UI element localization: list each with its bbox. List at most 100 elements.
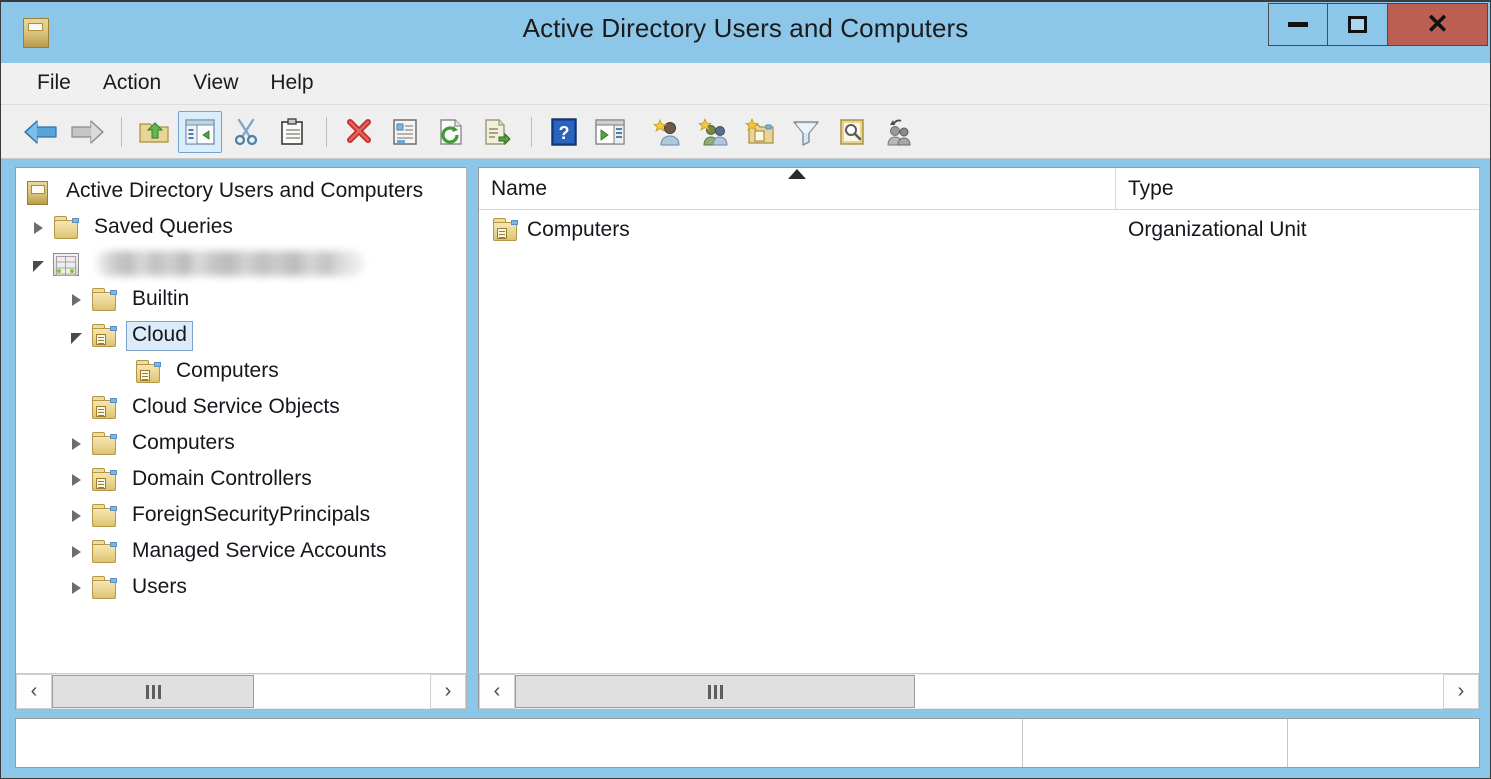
scroll-track[interactable] bbox=[52, 674, 430, 709]
expander-collapsed-icon[interactable] bbox=[62, 498, 90, 534]
tree-item-cloud-service-objects[interactable]: Cloud Service Objects bbox=[16, 390, 466, 426]
tree-item-domain[interactable] bbox=[16, 246, 466, 282]
new-group-button[interactable] bbox=[692, 111, 736, 153]
new-user-icon bbox=[653, 118, 683, 146]
saved-query-icon bbox=[883, 118, 913, 146]
scroll-thumb[interactable] bbox=[515, 675, 915, 708]
tree-item-cloud-computers[interactable]: Computers bbox=[16, 354, 466, 390]
copy-icon bbox=[279, 118, 305, 146]
maximize-button[interactable] bbox=[1328, 3, 1388, 46]
expander-collapsed-icon[interactable] bbox=[62, 426, 90, 462]
tree-item-managed-service-accounts[interactable]: Managed Service Accounts bbox=[16, 534, 466, 570]
minimize-button[interactable] bbox=[1268, 3, 1328, 46]
tree-item-label: Users bbox=[126, 573, 193, 603]
refresh-button[interactable] bbox=[429, 111, 473, 153]
list-column-headers: Name Type bbox=[479, 168, 1479, 210]
expander-collapsed-icon[interactable] bbox=[24, 210, 52, 246]
help-button[interactable]: ? bbox=[542, 111, 586, 153]
status-bar-right bbox=[1288, 719, 1479, 767]
expander-collapsed-icon[interactable] bbox=[62, 534, 90, 570]
close-button[interactable]: ✕ bbox=[1388, 3, 1488, 46]
tree-item-computers[interactable]: Computers bbox=[16, 426, 466, 462]
tree-item-root[interactable]: Active Directory Users and Computers bbox=[16, 174, 466, 210]
filter-button[interactable] bbox=[784, 111, 828, 153]
new-group-icon bbox=[698, 118, 730, 146]
new-organizational-unit-button[interactable] bbox=[738, 111, 782, 153]
toolbar-separator bbox=[326, 117, 327, 147]
up-one-level-button[interactable] bbox=[132, 111, 176, 153]
menu-item-action[interactable]: Action bbox=[87, 68, 177, 100]
column-header-label: Name bbox=[491, 177, 547, 201]
new-organizational-unit-icon bbox=[745, 118, 775, 146]
title-bar: Active Directory Users and Computers ✕ bbox=[1, 2, 1490, 63]
back-button[interactable] bbox=[19, 111, 63, 153]
toolbar: ? bbox=[1, 105, 1490, 159]
column-header-label: Type bbox=[1128, 177, 1174, 201]
menu-bar: File Action View Help bbox=[1, 63, 1490, 105]
folder-icon bbox=[90, 431, 120, 457]
scroll-right-button[interactable]: › bbox=[1443, 674, 1479, 709]
expander-expanded-icon[interactable] bbox=[62, 318, 90, 354]
forward-button[interactable] bbox=[65, 111, 109, 153]
new-user-button[interactable] bbox=[646, 111, 690, 153]
ou-folder-icon bbox=[491, 217, 521, 243]
ou-folder-icon bbox=[90, 323, 120, 349]
cut-icon bbox=[232, 118, 260, 146]
tree-item-cloud[interactable]: Cloud bbox=[16, 318, 466, 354]
console-root-icon bbox=[24, 179, 54, 205]
folder-icon bbox=[90, 539, 120, 565]
list-view-body[interactable]: Computers Organizational Unit bbox=[479, 210, 1479, 673]
console-tree-pane: Active Directory Users and Computers Sav… bbox=[15, 167, 467, 710]
tree-item-label: Cloud Service Objects bbox=[126, 393, 346, 423]
back-icon bbox=[23, 118, 59, 146]
expander-collapsed-icon[interactable] bbox=[62, 282, 90, 318]
properties-icon bbox=[392, 118, 418, 146]
scroll-thumb[interactable] bbox=[52, 675, 254, 708]
tree-item-builtin[interactable]: Builtin bbox=[16, 282, 466, 318]
status-bar-main bbox=[16, 719, 1023, 767]
menu-item-file[interactable]: File bbox=[21, 68, 87, 100]
properties-button[interactable] bbox=[383, 111, 427, 153]
tree-item-users[interactable]: Users bbox=[16, 570, 466, 606]
tree-item-foreignsecurityprincipals[interactable]: ForeignSecurityPrincipals bbox=[16, 498, 466, 534]
column-header-name[interactable]: Name bbox=[479, 168, 1116, 209]
delete-button[interactable] bbox=[337, 111, 381, 153]
copy-button[interactable] bbox=[270, 111, 314, 153]
tree-item-label: Cloud bbox=[126, 321, 193, 351]
show-hide-console-tree-button[interactable] bbox=[178, 111, 222, 153]
cell-name: Computers bbox=[479, 217, 1116, 243]
minimize-icon bbox=[1288, 22, 1308, 27]
show-hide-action-pane-icon bbox=[595, 119, 625, 145]
console-tree[interactable]: Active Directory Users and Computers Sav… bbox=[16, 168, 466, 673]
tree-item-label: Active Directory Users and Computers bbox=[60, 177, 429, 207]
saved-query-button[interactable] bbox=[876, 111, 920, 153]
scroll-right-button[interactable]: › bbox=[430, 674, 466, 709]
scroll-left-button[interactable]: ‹ bbox=[479, 674, 515, 709]
table-row[interactable]: Computers Organizational Unit bbox=[479, 210, 1479, 250]
show-hide-action-pane-button[interactable] bbox=[588, 111, 632, 153]
scroll-left-button[interactable]: ‹ bbox=[16, 674, 52, 709]
menu-item-help[interactable]: Help bbox=[254, 68, 329, 100]
find-button[interactable] bbox=[830, 111, 874, 153]
forward-icon bbox=[69, 118, 105, 146]
content-area: Active Directory Users and Computers Sav… bbox=[1, 159, 1490, 710]
export-list-icon bbox=[483, 118, 511, 146]
tree-horizontal-scrollbar[interactable]: ‹ › bbox=[16, 673, 466, 709]
cut-button[interactable] bbox=[224, 111, 268, 153]
maximize-icon bbox=[1348, 16, 1367, 33]
tree-item-label: Builtin bbox=[126, 285, 195, 315]
expander-collapsed-icon[interactable] bbox=[62, 462, 90, 498]
expander-collapsed-icon[interactable] bbox=[62, 570, 90, 606]
tree-item-label: Managed Service Accounts bbox=[126, 537, 392, 567]
tree-item-saved-queries[interactable]: Saved Queries bbox=[16, 210, 466, 246]
expander-expanded-icon[interactable] bbox=[24, 246, 52, 282]
menu-item-view[interactable]: View bbox=[177, 68, 254, 100]
list-horizontal-scrollbar[interactable]: ‹ › bbox=[479, 673, 1479, 709]
scroll-track[interactable] bbox=[515, 674, 1443, 709]
tree-item-domain-controllers[interactable]: Domain Controllers bbox=[16, 462, 466, 498]
column-header-type[interactable]: Type bbox=[1116, 168, 1479, 209]
export-list-button[interactable] bbox=[475, 111, 519, 153]
toolbar-separator bbox=[121, 117, 122, 147]
folder-icon bbox=[90, 503, 120, 529]
sort-ascending-icon bbox=[788, 169, 806, 179]
